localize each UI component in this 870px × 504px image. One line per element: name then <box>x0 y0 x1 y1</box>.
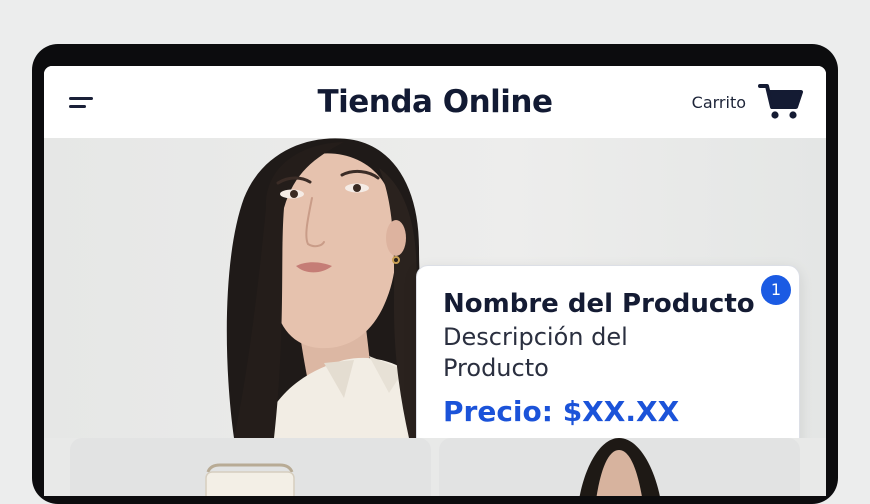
tablet-frame: Tienda Online Carrito Nombre del Product… <box>32 44 838 504</box>
shopping-cart-icon <box>758 84 803 119</box>
cart-label: Carrito <box>691 92 746 112</box>
cart-button[interactable]: Carrito <box>692 82 804 122</box>
product-description: Descripción del Producto <box>443 323 628 382</box>
product-thumbnail-card[interactable] <box>439 438 800 496</box>
model-thumbnail-image <box>579 438 660 496</box>
hero-banner: Nombre del Producto Descripción del Prod… <box>44 138 826 438</box>
product-price: Precio: $XX.XX <box>443 395 680 428</box>
handbag-image <box>205 463 295 496</box>
product-name: Nombre del Producto <box>443 289 755 319</box>
app-screen: Tienda Online Carrito Nombre del Product… <box>44 66 826 496</box>
product-card[interactable]: Nombre del Producto Descripción del Prod… <box>416 265 800 438</box>
top-header: Tienda Online Carrito <box>44 66 826 138</box>
notification-badge: 1 <box>761 275 791 305</box>
product-thumbnail-card[interactable] <box>70 438 431 496</box>
